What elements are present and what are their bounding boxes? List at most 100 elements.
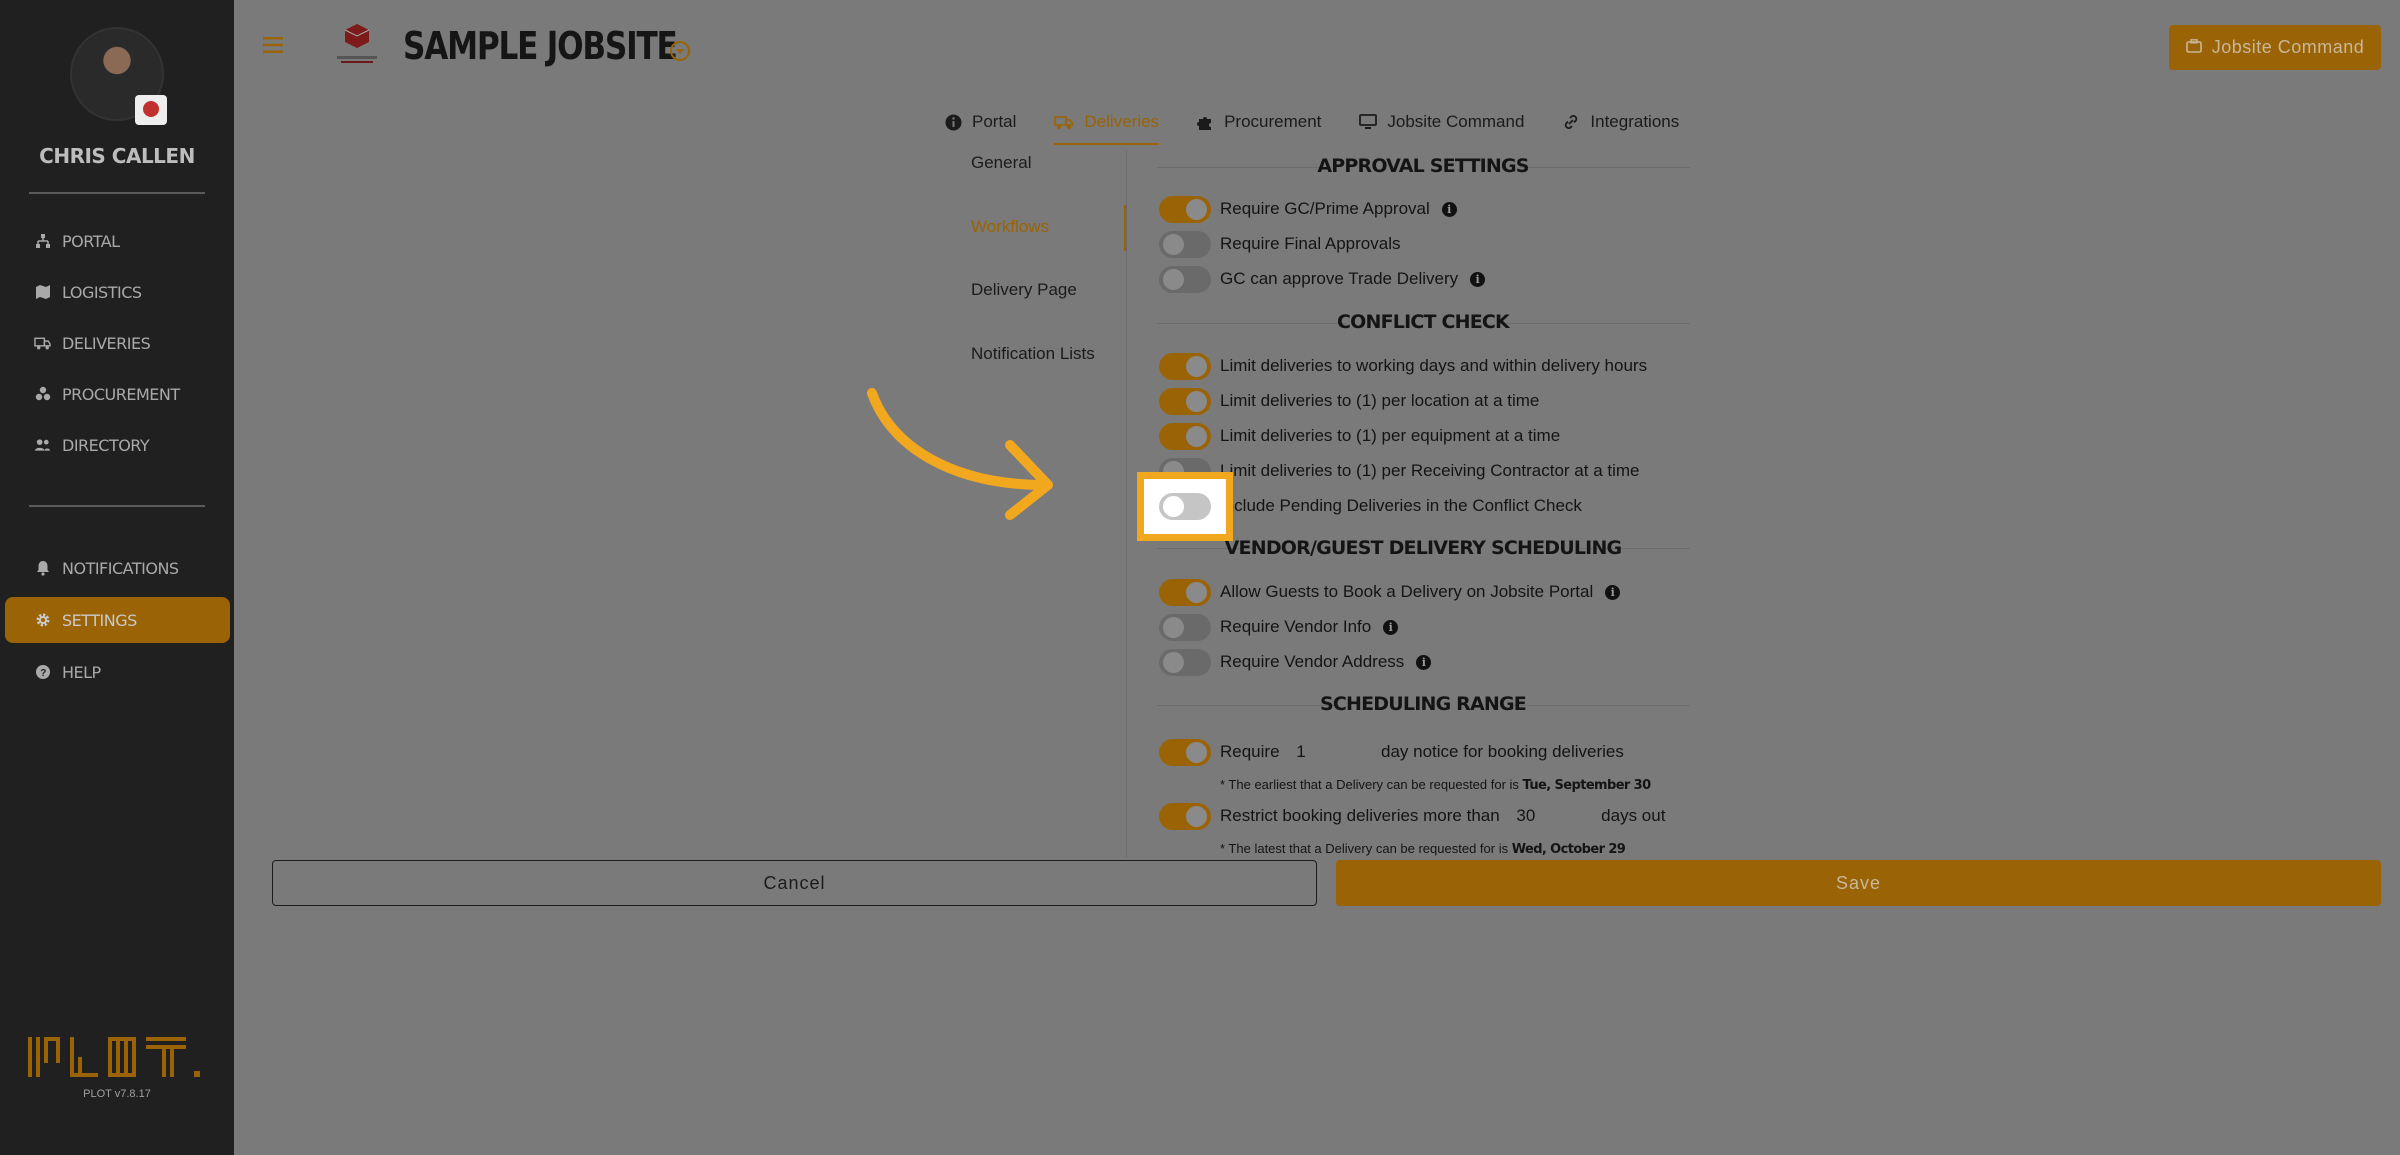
company-badge-icon [135,95,167,125]
link-icon [1562,114,1580,130]
tab-procurement[interactable]: Procurement [1197,104,1321,140]
toggle-limit-per-equipment[interactable] [1159,423,1211,450]
info-icon[interactable]: i [1441,202,1457,217]
gear-icon [34,612,51,629]
info-icon[interactable]: i [1605,585,1621,600]
map-icon [34,284,51,301]
setting-label: Include Pending Deliveries in the Confli… [1220,496,1582,515]
sidebar-item-logistics[interactable]: LOGISTICS [5,269,230,315]
setting-label: Limit deliveries to (1) per equipment at… [1220,426,1561,445]
question-icon: ? [34,664,51,681]
toggle-gc-approve-trade[interactable] [1159,266,1211,293]
info-icon[interactable]: i [1416,655,1432,670]
toggle-require-vendor-info[interactable] [1159,614,1211,641]
toggle-limit-working-days[interactable] [1159,353,1211,380]
sidebar-item-label: HELP [62,662,101,682]
menu-icon[interactable] [263,37,283,53]
save-button[interactable]: Save [1336,860,2381,906]
toggle-limit-per-location[interactable] [1159,388,1211,415]
subnav-notification-lists[interactable]: Notification Lists [971,344,1095,364]
section-title-range: SCHEDULING RANGE [1319,693,1527,715]
bell-icon [34,560,51,577]
sidebar-item-procurement[interactable]: PROCUREMENT [5,371,230,417]
truck-icon [1054,114,1074,130]
boxes-icon [34,386,51,403]
chevron-down-icon[interactable] [669,40,691,62]
notice-prefix: Require [1220,742,1280,761]
restrict-days-input[interactable]: 30 [1504,806,1596,826]
briefcase-icon [2185,37,2202,58]
toggle-require-vendor-address[interactable] [1159,649,1211,676]
tab-integrations[interactable]: Integrations [1562,104,1679,140]
cancel-button[interactable]: Cancel [272,860,1317,906]
sidebar-item-label: PROCUREMENT [62,384,180,404]
restrict-row: Restrict booking deliveries more than 30… [1220,806,1665,826]
tab-jobsite-command[interactable]: Jobsite Command [1359,104,1524,140]
svg-text:?: ? [40,668,46,679]
section-title-conflict: CONFLICT CHECK [1337,311,1510,333]
tab-deliveries[interactable]: Deliveries [1054,104,1160,145]
sidebar-item-notifications[interactable]: NOTIFICATIONS [5,545,230,591]
sidebar-item-label: DELIVERIES [62,333,151,353]
company-logo [337,24,377,63]
setting-row: Require Vendor Address i [1220,652,1432,672]
sidebar-item-portal[interactable]: PORTAL [5,218,230,264]
truck-icon [34,335,51,352]
tab-label: Integrations [1590,112,1680,131]
sidebar-item-label: LOGISTICS [62,282,142,302]
sidebar-item-label: NOTIFICATIONS [62,558,179,578]
jobsite-command-label: Jobsite Command [2211,37,2365,57]
info-icon[interactable]: i [1383,620,1399,635]
plot-logo [28,1037,200,1077]
puzzle-icon [1197,114,1214,131]
section-title-approval: APPROVAL SETTINGS [1317,155,1529,177]
sidebar-item-deliveries[interactable]: DELIVERIES [5,320,230,366]
tab-label: Jobsite Command [1387,112,1525,131]
restrict-suffix: days out [1601,806,1666,825]
notice-days-input[interactable]: 1 [1284,742,1376,762]
jobsite-command-button[interactable]: Jobsite Command [2169,25,2381,70]
subnav-workflows[interactable]: Workflows [971,217,1049,237]
restrict-prefix: Restrict booking deliveries more than [1220,806,1500,825]
tab-label: Procurement [1224,112,1322,131]
setting-row: Require Vendor Info i [1220,617,1399,637]
restrict-note-date: Wed, October 29 [1511,842,1626,857]
setting-row: Require GC/Prime Approval i [1220,199,1457,219]
setting-label: Limit deliveries to (1) per Receiving Co… [1220,461,1640,480]
sidebar-divider [29,505,205,507]
tab-label: Deliveries [1084,112,1160,131]
setting-label: Require Vendor Address [1220,652,1405,671]
people-icon [34,437,51,454]
toggle-restrict-booking[interactable] [1159,803,1211,830]
tab-portal[interactable]: Portal [945,104,1016,140]
toggle-require-final-approvals[interactable] [1159,231,1211,258]
section-title-vendor: VENDOR/GUEST DELIVERY SCHEDULING [1224,537,1623,559]
sidebar-item-help[interactable]: ? HELP [5,649,230,695]
notice-note: * The earliest that a Delivery can be re… [1220,777,1651,793]
sidebar-item-settings[interactable]: SETTINGS [5,597,230,643]
setting-row: Allow Guests to Book a Delivery on Jobsi… [1220,582,1621,602]
setting-label: Limit deliveries to working days and wit… [1220,356,1648,375]
app-version: PLOT v7.8.17 [83,1088,151,1100]
sidebar: CHRIS CALLEN PORTAL LOGISTICS DELIVERIES… [0,0,234,1155]
notice-row: Require 1 day notice for booking deliver… [1220,742,1624,762]
user-name: CHRIS CALLEN [39,144,195,168]
restrict-note: * The latest that a Delivery can be requ… [1220,841,1626,857]
notice-note-date: Tue, September 30 [1522,778,1652,793]
toggle-include-pending[interactable] [1159,493,1211,520]
notice-note-text: * The earliest that a Delivery can be re… [1220,777,1519,792]
setting-label: Allow Guests to Book a Delivery on Jobsi… [1220,582,1594,601]
sidebar-item-directory[interactable]: DIRECTORY [5,422,230,468]
toggle-require-gc-approval[interactable] [1159,196,1211,223]
toggle-allow-guests[interactable] [1159,579,1211,606]
subnav-general[interactable]: General [971,153,1031,173]
sidebar-item-label: SETTINGS [62,610,137,630]
monitor-icon [1359,114,1378,130]
tab-label: Portal [972,112,1017,131]
restrict-note-text: * The latest that a Delivery can be requ… [1220,841,1509,856]
info-icon[interactable]: i [1470,272,1486,287]
toggle-require-notice[interactable] [1159,739,1211,766]
subnav-delivery-page[interactable]: Delivery Page [971,280,1077,300]
sidebar-item-label: DIRECTORY [62,435,150,455]
page-title: SAMPLE JOBSITE [403,24,678,68]
